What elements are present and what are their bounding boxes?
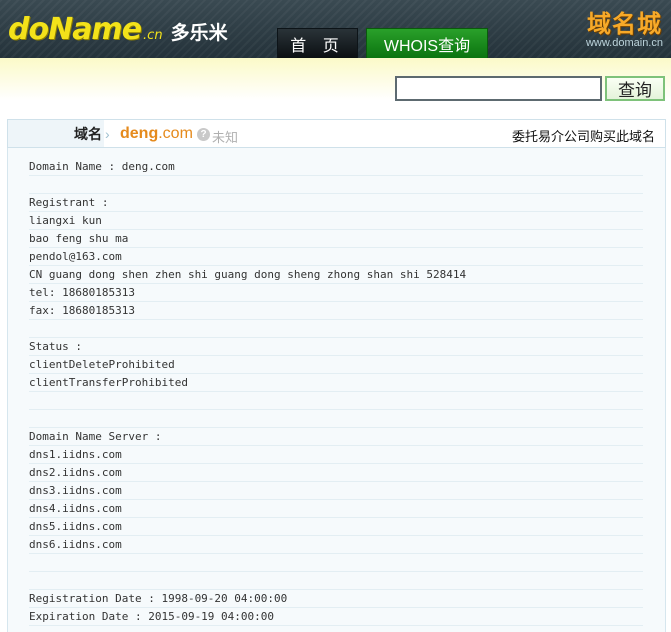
whois-line: pendol@163.com (29, 248, 643, 266)
whois-line (29, 410, 643, 428)
whois-line: dns6.iidns.com (29, 536, 643, 554)
whois-line: clientTransferProhibited (29, 374, 643, 392)
site-logo[interactable]: doName .cn 多乐米 (8, 12, 228, 47)
main-nav: 首 页 WHOIS查询 (277, 28, 496, 58)
nav-tab-home[interactable]: 首 页 (277, 28, 358, 58)
whois-line (29, 392, 643, 410)
domain-label: 域名 (8, 120, 104, 147)
nav-tab-whois-label: WHOIS查询 (383, 37, 471, 55)
whois-line (29, 572, 643, 590)
whois-line: CN guang dong shen zhen shi guang dong s… (29, 266, 643, 284)
logo-wordmark: doName (8, 12, 142, 47)
whois-result-panel: Domain Name : deng.com Registrant : liangx… (7, 148, 666, 632)
watermark-logo: 域名城 www.domain.cn (586, 4, 663, 49)
whois-line (29, 176, 643, 194)
search-button[interactable]: 查询 (605, 76, 665, 101)
whois-line: dns4.iidns.com (29, 500, 643, 518)
whois-line (29, 320, 643, 338)
whois-line: liangxi kun (29, 212, 643, 230)
whois-line: Registration Date : 1998-09-20 04:00:00 (29, 590, 643, 608)
whois-line: dns3.iidns.com (29, 482, 643, 500)
domain-status: 未知 (212, 130, 239, 145)
whois-line: Domain Name : deng.com (29, 158, 643, 176)
nav-tab-whois[interactable]: WHOIS查询 (366, 28, 488, 58)
site-header: doName .cn 多乐米 首 页 WHOIS查询 域名城 www.domai… (0, 0, 671, 58)
whois-line: Registrant : (29, 194, 643, 212)
whois-line: Status : (29, 338, 643, 356)
whois-line: clientDeleteProhibited (29, 356, 643, 374)
question-icon: ? (197, 128, 210, 141)
whois-line: dns1.iidns.com (29, 446, 643, 464)
logo-chinese-name: 多乐米 (170, 22, 228, 44)
whois-line: dns2.iidns.com (29, 464, 643, 482)
domain-name-tld: .com (158, 125, 193, 142)
domain-search-input[interactable] (395, 76, 602, 101)
whois-line (29, 554, 643, 572)
whois-line: bao feng shu ma (29, 230, 643, 248)
buy-domain-link[interactable]: 委托易介公司购买此域名 (512, 126, 655, 145)
watermark-url: www.domain.cn (585, 37, 663, 49)
logo-suffix: .cn (143, 28, 163, 43)
whois-line: Expiration Date : 2015-09-19 04:00:00 (29, 608, 643, 626)
domain-bar: 域名 › deng.com ? 未知 委托易介公司购买此域名 (7, 119, 666, 148)
domain-name-sld: deng (120, 125, 159, 142)
watermark-title: 域名城 (586, 10, 662, 38)
whois-line: tel: 18680185313 (29, 284, 643, 302)
whois-line: fax: 18680185313 (29, 302, 643, 320)
domain-name: deng.com (120, 125, 193, 143)
whois-line: dns5.iidns.com (29, 518, 643, 536)
whois-line: Domain Name Server : (29, 428, 643, 446)
chevron-right-icon: › (105, 126, 110, 142)
